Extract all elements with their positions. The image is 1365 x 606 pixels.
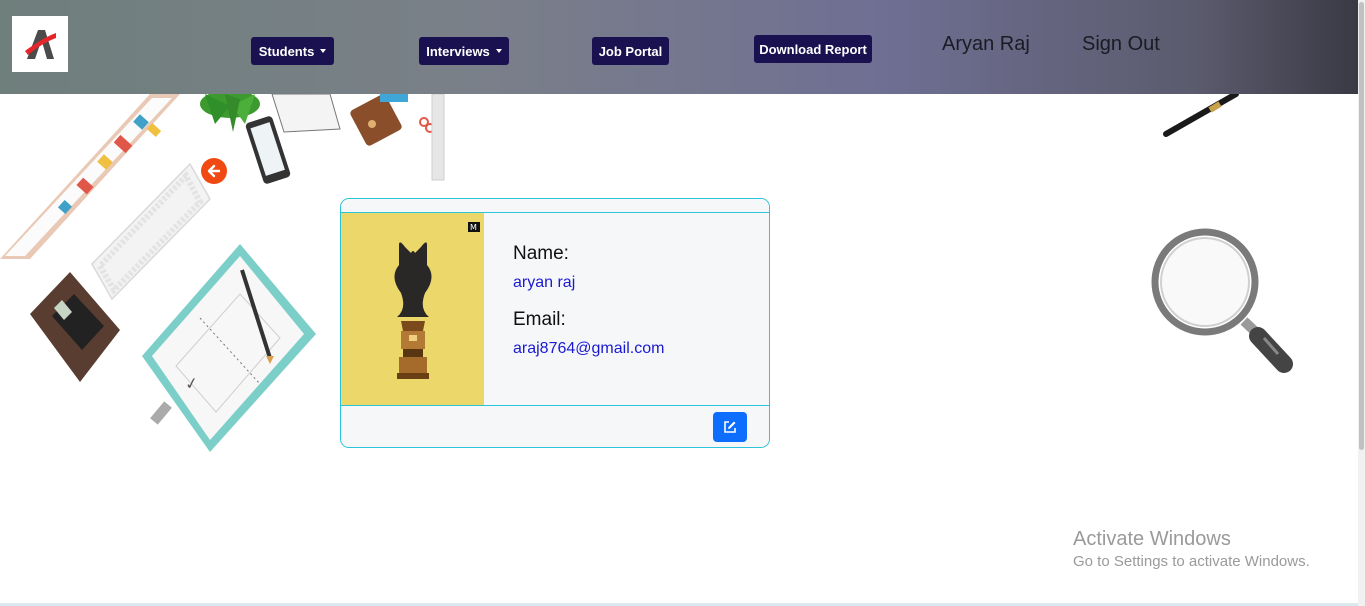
profile-card: M Name: aryan raj Email: araj8764@gmail.…	[340, 198, 770, 448]
download-report-button[interactable]: Download Report	[754, 35, 872, 63]
chevron-down-icon	[320, 49, 327, 53]
logo-icon	[25, 30, 56, 59]
activate-windows-subtitle: Go to Settings to activate Windows.	[1073, 553, 1310, 570]
sign-out-link[interactable]: Sign Out	[1082, 33, 1160, 56]
scrollbar-thumb[interactable]	[1359, 2, 1364, 450]
download-report-label: Download Report	[759, 41, 867, 57]
job-portal-button[interactable]: Job Portal	[592, 37, 669, 65]
card-header	[341, 199, 769, 213]
students-dropdown[interactable]: Students	[251, 37, 334, 65]
interviews-label: Interviews	[426, 43, 490, 59]
clipboard-illustration: ✓	[142, 244, 316, 452]
magnifying-glass-illustration	[1151, 228, 1293, 373]
interviews-dropdown[interactable]: Interviews	[419, 37, 509, 65]
user-name-link[interactable]: Aryan Raj	[942, 33, 1030, 56]
profile-photo: M	[341, 213, 484, 405]
students-label: Students	[258, 43, 315, 59]
top-navbar: Students Interviews Job Portal Download …	[0, 0, 1358, 94]
arrow-left-icon	[207, 164, 221, 178]
ruler-illustration	[431, 94, 445, 181]
back-arrow-button[interactable]	[201, 158, 227, 184]
job-portal-label: Job Portal	[598, 43, 663, 59]
pencil-square-icon	[724, 421, 736, 433]
email-label: Email:	[513, 309, 566, 330]
svg-text:M: M	[470, 223, 477, 232]
brand-logo[interactable]	[12, 16, 68, 72]
edit-profile-button[interactable]	[713, 412, 747, 442]
activate-windows-title: Activate Windows	[1073, 528, 1231, 550]
card-footer	[341, 405, 769, 447]
name-value: aryan raj	[513, 274, 576, 291]
email-value: araj8764@gmail.com	[513, 340, 665, 357]
name-label: Name:	[513, 243, 569, 264]
chevron-down-icon	[495, 49, 502, 53]
notebook-illustration	[271, 94, 341, 133]
avatar-image: M	[394, 222, 480, 379]
pen-illustration	[1163, 94, 1239, 137]
